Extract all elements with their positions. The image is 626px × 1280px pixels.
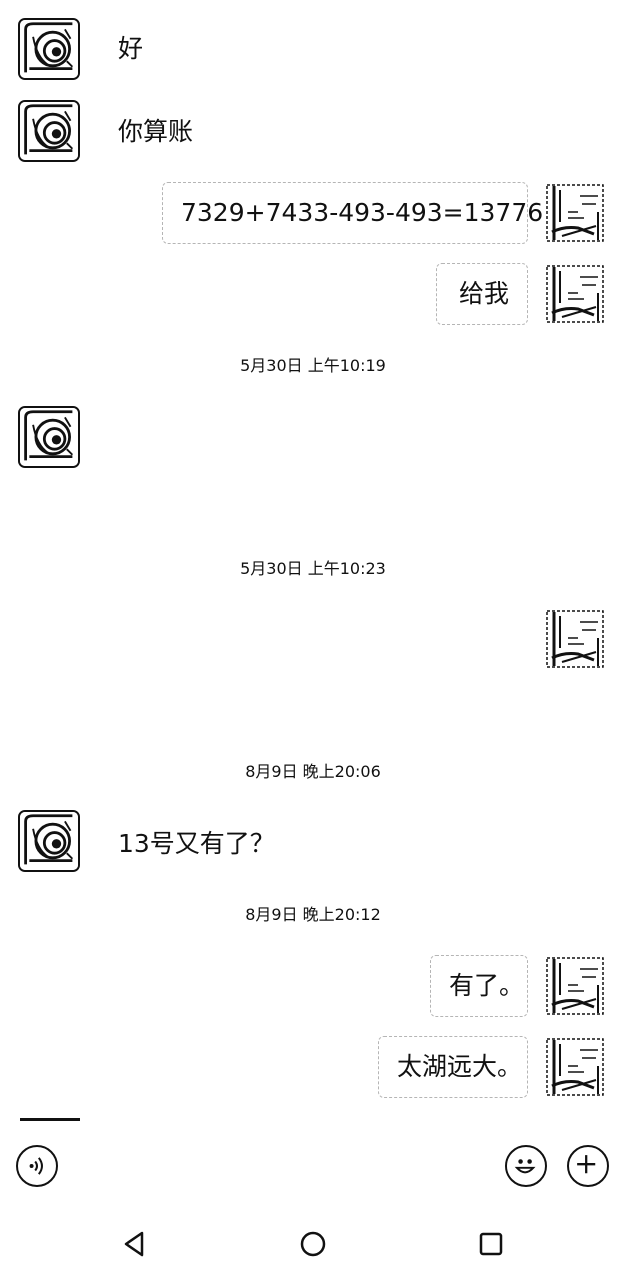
stairs-photo-icon [544, 263, 606, 325]
voice-input-button[interactable] [16, 1145, 58, 1187]
plus-icon [577, 1155, 596, 1174]
incoming-message-text: 13号又有了？ [118, 829, 275, 858]
spiral-staircase-icon [20, 408, 78, 466]
my-avatar[interactable] [544, 955, 606, 1017]
outgoing-message-bubble[interactable]: 7329+7433-493-493=13776 [162, 182, 543, 244]
stairs-photo-icon [544, 182, 606, 244]
message-timestamp: 5月30日 上午10:23 [240, 559, 386, 578]
outgoing-message-bubble[interactable]: 太湖远大。 [378, 1036, 528, 1098]
nav-back-button[interactable] [118, 1228, 150, 1260]
message-timestamp: 8月9日 晚上20:12 [245, 905, 381, 924]
stairs-photo-icon [544, 955, 606, 1017]
spiral-staircase-icon [20, 20, 78, 78]
message-timestamp: 5月30日 上午10:19 [240, 356, 386, 375]
emoji-icon [514, 1159, 536, 1174]
nav-home-button[interactable] [297, 1228, 329, 1260]
contact-avatar[interactable] [18, 406, 80, 468]
message-timestamp: 8月9日 晚上20:06 [245, 762, 381, 781]
my-avatar[interactable] [544, 1036, 606, 1098]
input-bar-divider [20, 1118, 80, 1121]
outgoing-message-bubble[interactable]: 给我 [436, 263, 528, 325]
spiral-staircase-icon [20, 812, 78, 870]
my-avatar[interactable] [544, 182, 606, 244]
voice-icon [29, 1157, 43, 1175]
spiral-staircase-icon [20, 102, 78, 160]
stairs-photo-icon [544, 608, 606, 670]
contact-avatar[interactable] [18, 18, 80, 80]
incoming-message-text: 你算账 [118, 117, 194, 146]
outgoing-message-bubble[interactable]: 有了。 [430, 955, 528, 1017]
my-avatar[interactable] [544, 263, 606, 325]
my-avatar[interactable] [544, 608, 606, 670]
stairs-photo-icon [544, 1036, 606, 1098]
contact-avatar[interactable] [18, 810, 80, 872]
recents-square-icon [479, 1232, 503, 1256]
incoming-message-text: 好 [118, 34, 144, 63]
emoji-button[interactable] [505, 1145, 547, 1187]
contact-avatar[interactable] [18, 100, 80, 162]
nav-recents-button[interactable] [475, 1228, 507, 1260]
back-triangle-icon [124, 1231, 144, 1257]
add-more-button[interactable] [567, 1145, 609, 1187]
home-circle-icon [300, 1231, 326, 1257]
